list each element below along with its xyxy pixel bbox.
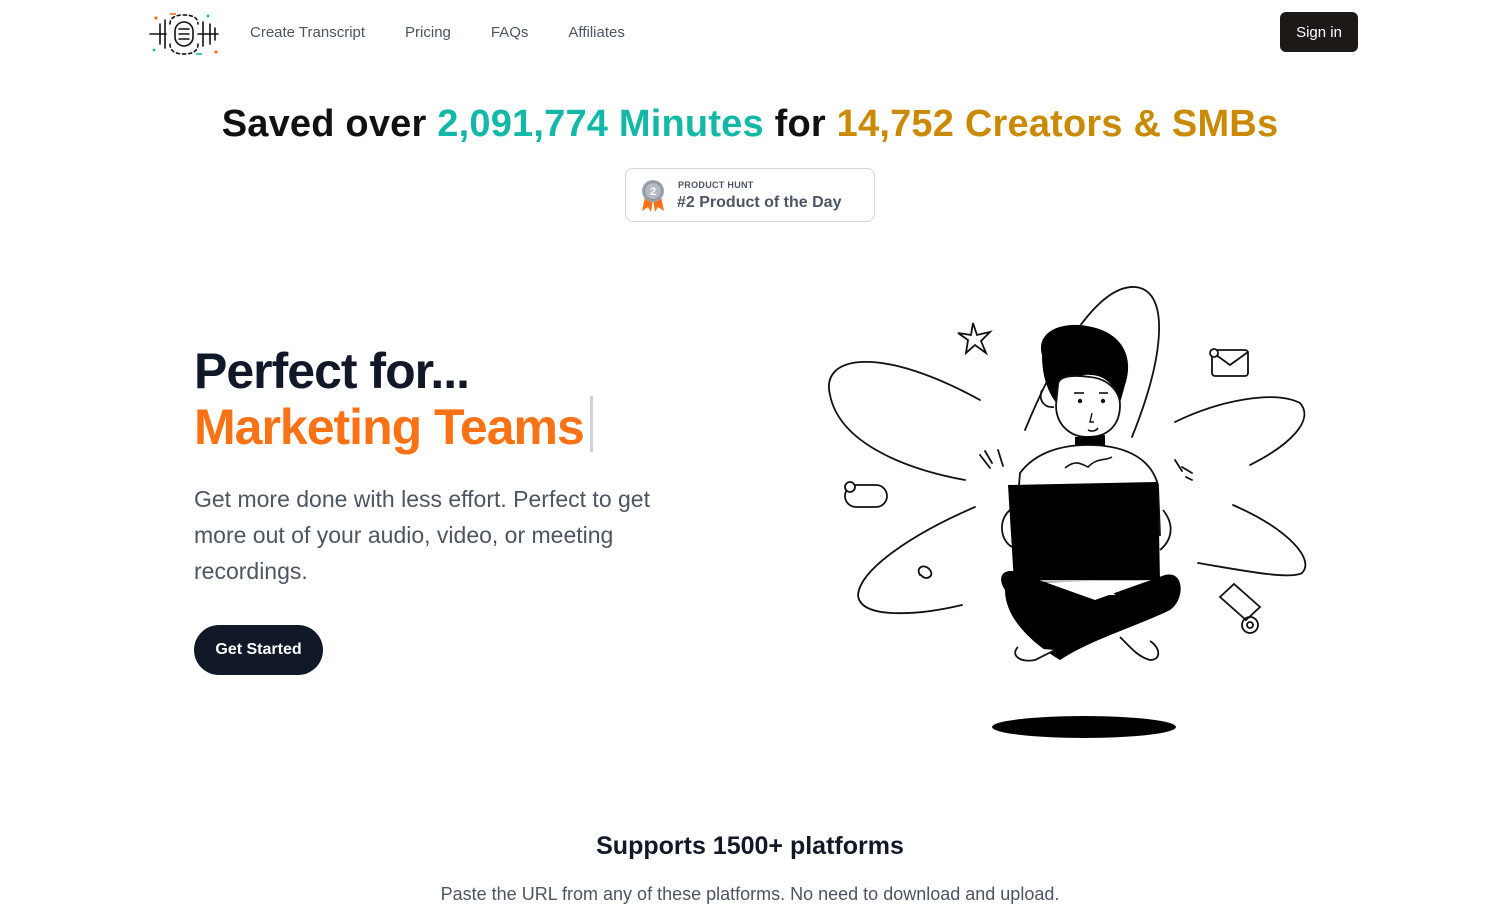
product-hunt-label: PRODUCT HUNT — [678, 180, 754, 190]
nav-create-transcript[interactable]: Create Transcript — [250, 23, 365, 43]
floor-shadow — [992, 716, 1176, 738]
platforms-title: Supports 1500+ platforms — [596, 832, 904, 860]
minutes-count: 2,091,774 — [437, 103, 609, 145]
platforms-subtitle: Paste the URL from any of these platform… — [440, 884, 1060, 904]
site-header: Create Transcript Pricing FAQs Affiliate… — [0, 0, 1500, 66]
hero-illustration — [828, 286, 1307, 738]
email-at-icon — [1218, 582, 1262, 622]
creators-label: Creators & SMBs — [964, 103, 1279, 145]
minutes-label: Minutes — [618, 103, 764, 145]
orbit-right-top — [1174, 396, 1306, 466]
logo-icon[interactable] — [146, 10, 222, 58]
stats-prefix: Saved over — [221, 103, 427, 145]
hero-title-line1: Perfect for... — [194, 343, 470, 399]
stats-headline: Saved over 2,091,774 Minutes for 14,752 … — [0, 100, 1500, 148]
hero-description: Get more done with less effort. Perfect … — [194, 486, 650, 584]
product-hunt-badge[interactable]: 2 PRODUCT HUNT #2 Product of the Day — [625, 168, 875, 222]
nav-faqs[interactable]: FAQs — [491, 23, 529, 43]
orbit-left-bottom — [857, 506, 976, 615]
get-started-button[interactable]: Get Started — [194, 625, 323, 675]
stats-connector: for — [774, 103, 826, 145]
hero-title-rotating: Marketing Teams — [194, 399, 585, 455]
creators-count: 14,752 — [836, 103, 955, 145]
nav-pricing[interactable]: Pricing — [405, 23, 451, 43]
typing-caret — [589, 396, 593, 452]
orbit-right-bottom — [1197, 504, 1307, 577]
medal-number: 2 — [650, 186, 656, 198]
hero-title: Perfect for... Marketing Teams — [194, 346, 593, 452]
star-icon — [957, 322, 993, 356]
product-hunt-rank: #2 Product of the Day — [677, 194, 842, 211]
person-figure — [1001, 324, 1181, 662]
nav-affiliates[interactable]: Affiliates — [568, 23, 624, 43]
orbit-left-top — [828, 361, 981, 481]
sign-in-button[interactable]: Sign in — [1280, 12, 1358, 52]
main-nav: Create Transcript Pricing FAQs Affiliate… — [250, 23, 625, 43]
spiral-icon — [917, 565, 933, 579]
medal-icon: 2 — [642, 180, 664, 212]
